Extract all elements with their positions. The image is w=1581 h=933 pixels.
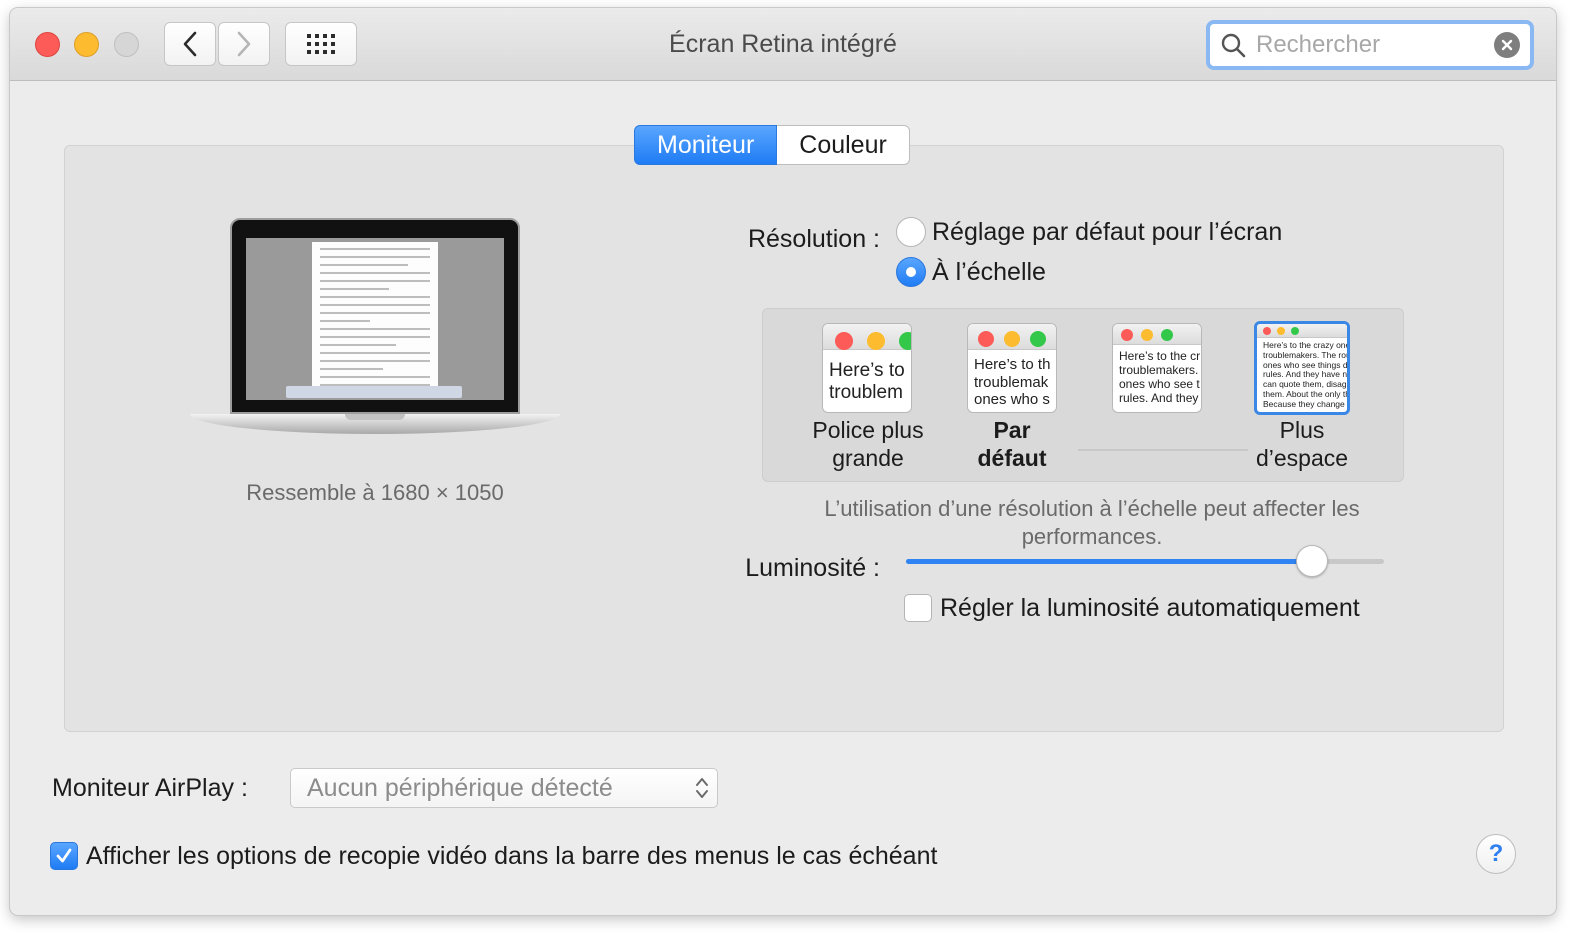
preview-line: rules. And they bbox=[1119, 390, 1199, 405]
scale-caption-larger-text: Police plus grande bbox=[812, 417, 924, 471]
chevron-left-icon bbox=[183, 31, 197, 57]
preferences-window: Écran Retina intégré Rechercher Moniteur… bbox=[10, 8, 1556, 915]
scale-option-more-space[interactable]: Here’s to the crazy one troublemakers. T… bbox=[1254, 321, 1350, 415]
help-button[interactable]: ? bbox=[1476, 834, 1516, 874]
laptop-notch bbox=[345, 414, 405, 420]
laptop-lid bbox=[230, 218, 520, 414]
scale-performance-note: L’utilisation d’une résolution à l’échel… bbox=[824, 496, 1360, 549]
preview-line: ones who see t bbox=[1119, 376, 1200, 391]
scale-divider bbox=[1078, 449, 1248, 451]
airplay-select[interactable]: Aucun périphérique détecté bbox=[290, 768, 718, 808]
scale-caption-more-space: Plus d’espace bbox=[1255, 417, 1349, 471]
scale-caption-default: Par défaut bbox=[977, 417, 1047, 471]
auto-brightness-checkbox[interactable] bbox=[904, 594, 932, 622]
preview-line: Here’s to th bbox=[974, 356, 1051, 374]
close-button[interactable] bbox=[35, 32, 60, 57]
radio-scaled[interactable] bbox=[896, 257, 926, 287]
auto-brightness-label[interactable]: Régler la luminosité automatiquement bbox=[940, 594, 1360, 623]
forward-button[interactable] bbox=[218, 22, 270, 66]
airplay-label: Moniteur AirPlay : bbox=[52, 774, 248, 802]
preview-line: Here’s to the cr bbox=[1119, 349, 1201, 364]
resolution-summary: Ressemble à 1680 × 1050 bbox=[246, 480, 504, 505]
preview-line: ones who s bbox=[974, 390, 1050, 408]
airplay-select-value: Aucun périphérique détecté bbox=[307, 773, 613, 802]
scale-option-default[interactable]: Here’s to th troublemak ones who s bbox=[967, 323, 1057, 413]
brightness-label: Luminosité : bbox=[745, 554, 880, 582]
back-button[interactable] bbox=[164, 22, 216, 66]
minimize-button[interactable] bbox=[74, 32, 99, 57]
search-field[interactable]: Rechercher bbox=[1206, 20, 1534, 70]
laptop-illustration bbox=[190, 218, 560, 448]
dock bbox=[286, 386, 462, 398]
tab-moniteur[interactable]: Moniteur bbox=[634, 125, 778, 165]
close-icon bbox=[1501, 39, 1513, 51]
preview-line: Here’s to bbox=[829, 360, 905, 382]
zoom-button bbox=[114, 32, 139, 57]
grid-icon bbox=[307, 34, 335, 54]
preview-line: troublemak bbox=[974, 373, 1049, 391]
title-bar: Écran Retina intégré Rechercher bbox=[10, 8, 1556, 81]
scale-option-larger-text[interactable]: Here’s to troublem bbox=[822, 323, 912, 413]
preview-line: troublemakers. bbox=[1119, 362, 1199, 377]
chevron-right-icon bbox=[237, 31, 251, 57]
preview-line: Because they change t bbox=[1263, 398, 1350, 409]
segmented-tabs: Moniteur Couleur bbox=[634, 125, 910, 165]
radio-default-resolution-label[interactable]: Réglage par défaut pour l’écran bbox=[932, 218, 1282, 247]
clear-search-button[interactable] bbox=[1494, 32, 1520, 58]
radio-scaled-label[interactable]: À l’échelle bbox=[932, 258, 1046, 287]
search-icon bbox=[1221, 33, 1246, 58]
mirroring-label[interactable]: Afficher les options de recopie vidéo da… bbox=[86, 842, 937, 871]
checkmark-icon bbox=[56, 848, 72, 863]
show-all-button[interactable] bbox=[285, 22, 357, 66]
resolution-label: Résolution : bbox=[747, 225, 880, 253]
preview-line: troublem bbox=[829, 382, 903, 404]
updown-arrows-icon bbox=[687, 769, 717, 807]
radio-default-resolution[interactable] bbox=[896, 217, 926, 247]
brightness-slider-fill bbox=[906, 559, 1313, 564]
mirroring-checkbox[interactable] bbox=[50, 842, 78, 870]
scale-option-medium[interactable]: Here’s to the cr troublemakers. ones who… bbox=[1112, 323, 1202, 413]
laptop-screen bbox=[246, 238, 504, 400]
document-preview bbox=[312, 242, 438, 392]
tab-couleur[interactable]: Couleur bbox=[777, 125, 910, 165]
search-placeholder: Rechercher bbox=[1256, 31, 1381, 58]
